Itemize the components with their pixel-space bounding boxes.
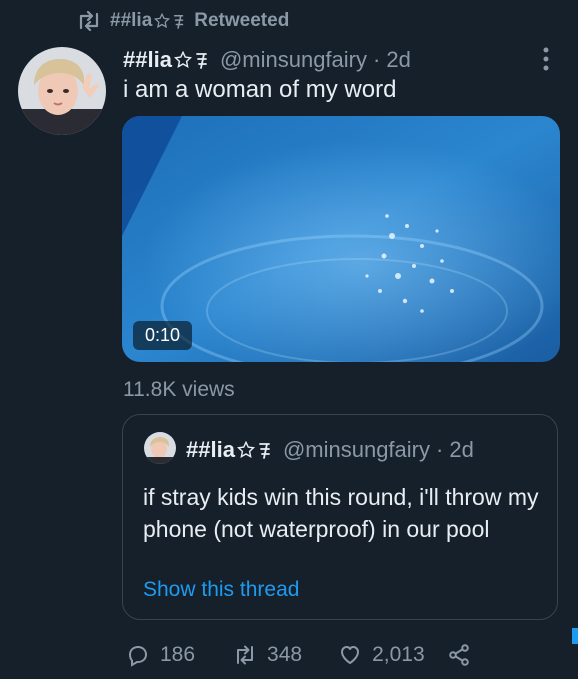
retweet-icon [237,645,254,665]
separator: · [373,47,381,72]
display-name[interactable]: ##lia [123,47,172,73]
like-count: 2,013 [372,643,425,666]
like-button[interactable]: 2,013 [338,643,425,667]
retweet-header[interactable]: ##lia Retweeted [76,8,289,34]
reply-count: 186 [160,643,196,666]
tweet-author-row[interactable]: ##lia @minsungfairy · 2d [123,44,411,76]
retweet-count: 348 [267,643,303,666]
quoted-author-row[interactable]: ##lia @minsungfairy · 2d [186,434,474,466]
scroll-edge-indicator [572,628,578,644]
sparkle-icon [196,53,207,69]
reply-button[interactable]: 186 [126,643,195,667]
timestamp[interactable]: 2d [386,47,410,73]
show-thread-link[interactable]: Show this thread [143,578,299,602]
view-count: 11.8K views [123,378,235,401]
quoted-handle: @minsungfairy [282,437,430,462]
retweeted-label: Retweeted [194,10,290,31]
like-icon [341,646,360,664]
quoted-avatar [144,432,176,464]
quoted-separator: · [436,437,444,462]
sparkle-icon [259,443,270,459]
star-icon [173,51,192,68]
avatar[interactable] [18,47,106,135]
handle[interactable]: @minsungfairy [220,47,367,73]
action-bar: 186 348 2,013 [126,640,471,670]
quoted-display-name: ##lia [186,437,235,462]
quoted-tweet-text: if stray kids win this round, i'll throw… [143,484,539,542]
retweet-button[interactable]: 348 [233,643,302,667]
share-icon [448,644,469,666]
more-icon[interactable] [538,44,554,74]
sparkle-icon [174,14,184,29]
video-duration: 0:10 [133,321,193,350]
star-icon [154,13,171,29]
retweeter-name[interactable]: ##lia [110,10,152,32]
reply-icon [128,645,148,667]
quoted-timestamp: 2d [449,437,474,462]
retweet-icon [79,11,99,31]
star-icon [236,441,255,458]
tweet-text: i am a woman of my word [123,76,397,103]
share-button[interactable] [447,643,471,667]
